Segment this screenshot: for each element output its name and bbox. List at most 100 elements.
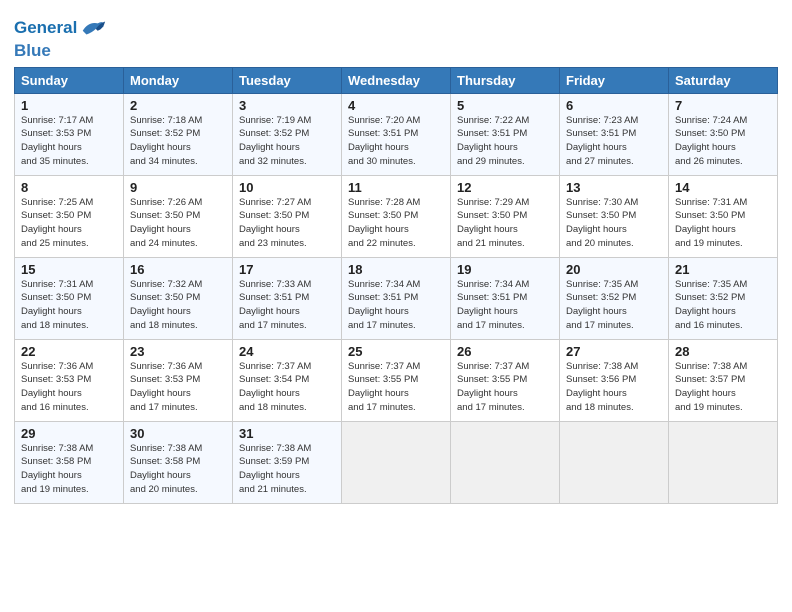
calendar-cell: 31 Sunrise: 7:38 AMSunset: 3:59 PMDayligh… — [233, 421, 342, 503]
day-number: 28 — [675, 344, 771, 359]
day-number: 26 — [457, 344, 553, 359]
logo-blue-text: Blue — [14, 42, 107, 61]
calendar-week-5: 29 Sunrise: 7:38 AMSunset: 3:58 PMDayligh… — [15, 421, 778, 503]
calendar-cell: 20 Sunrise: 7:35 AMSunset: 3:52 PMDayligh… — [560, 257, 669, 339]
day-info: Sunrise: 7:35 AMSunset: 3:52 PMDaylight … — [675, 279, 747, 331]
calendar-cell: 26 Sunrise: 7:37 AMSunset: 3:55 PMDayligh… — [451, 339, 560, 421]
day-number: 24 — [239, 344, 335, 359]
calendar-week-3: 15 Sunrise: 7:31 AMSunset: 3:50 PMDayligh… — [15, 257, 778, 339]
weekday-header-row: SundayMondayTuesdayWednesdayThursdayFrid… — [15, 67, 778, 93]
day-info: Sunrise: 7:34 AMSunset: 3:51 PMDaylight … — [457, 279, 529, 331]
day-info: Sunrise: 7:30 AMSunset: 3:50 PMDaylight … — [566, 197, 638, 249]
day-info: Sunrise: 7:22 AMSunset: 3:51 PMDaylight … — [457, 115, 529, 167]
day-number: 7 — [675, 98, 771, 113]
calendar-week-1: 1 Sunrise: 7:17 AMSunset: 3:53 PMDaylight… — [15, 93, 778, 175]
day-number: 8 — [21, 180, 117, 195]
weekday-header-saturday: Saturday — [669, 67, 778, 93]
day-info: Sunrise: 7:38 AMSunset: 3:57 PMDaylight … — [675, 361, 747, 413]
calendar-cell: 19Sunrise: 7:34 AMSunset: 3:51 PMDayligh… — [451, 257, 560, 339]
day-info: Sunrise: 7:28 AMSunset: 3:50 PMDaylight … — [348, 197, 420, 249]
calendar-cell: 8 Sunrise: 7:25 AMSunset: 3:50 PMDaylight… — [15, 175, 124, 257]
day-info: Sunrise: 7:37 AMSunset: 3:55 PMDaylight … — [457, 361, 529, 413]
calendar-cell: 30 Sunrise: 7:38 AMSunset: 3:58 PMDayligh… — [124, 421, 233, 503]
day-number: 1 — [21, 98, 117, 113]
calendar-cell: 14 Sunrise: 7:31 AMSunset: 3:50 PMDayligh… — [669, 175, 778, 257]
day-info: Sunrise: 7:38 AMSunset: 3:56 PMDaylight … — [566, 361, 638, 413]
calendar-cell: 6 Sunrise: 7:23 AMSunset: 3:51 PMDaylight… — [560, 93, 669, 175]
calendar-cell: 17Sunrise: 7:33 AMSunset: 3:51 PMDayligh… — [233, 257, 342, 339]
day-info: Sunrise: 7:37 AMSunset: 3:54 PMDaylight … — [239, 361, 311, 413]
day-number: 12 — [457, 180, 553, 195]
calendar-week-4: 22 Sunrise: 7:36 AMSunset: 3:53 PMDayligh… — [15, 339, 778, 421]
day-info: Sunrise: 7:27 AMSunset: 3:50 PMDaylight … — [239, 197, 311, 249]
day-info: Sunrise: 7:36 AMSunset: 3:53 PMDaylight … — [21, 361, 93, 413]
day-number: 23 — [130, 344, 226, 359]
calendar-cell: 3 Sunrise: 7:19 AMSunset: 3:52 PMDaylight… — [233, 93, 342, 175]
day-info: Sunrise: 7:31 AMSunset: 3:50 PMDaylight … — [675, 197, 747, 249]
calendar-cell: 13 Sunrise: 7:30 AMSunset: 3:50 PMDayligh… — [560, 175, 669, 257]
calendar-cell — [669, 421, 778, 503]
logo-text: General — [14, 19, 77, 38]
calendar-cell: 27 Sunrise: 7:38 AMSunset: 3:56 PMDayligh… — [560, 339, 669, 421]
day-number: 15 — [21, 262, 117, 277]
calendar-cell: 1 Sunrise: 7:17 AMSunset: 3:53 PMDaylight… — [15, 93, 124, 175]
calendar-cell: 23Sunrise: 7:36 AMSunset: 3:53 PMDayligh… — [124, 339, 233, 421]
day-info: Sunrise: 7:17 AMSunset: 3:53 PMDaylight … — [21, 115, 93, 167]
weekday-header-monday: Monday — [124, 67, 233, 93]
day-number: 9 — [130, 180, 226, 195]
day-number: 14 — [675, 180, 771, 195]
logo-bird-icon — [79, 14, 107, 42]
day-number: 6 — [566, 98, 662, 113]
day-number: 4 — [348, 98, 444, 113]
day-info: Sunrise: 7:23 AMSunset: 3:51 PMDaylight … — [566, 115, 638, 167]
weekday-header-thursday: Thursday — [451, 67, 560, 93]
calendar-cell: 7 Sunrise: 7:24 AMSunset: 3:50 PMDaylight… — [669, 93, 778, 175]
day-number: 27 — [566, 344, 662, 359]
weekday-header-sunday: Sunday — [15, 67, 124, 93]
day-info: Sunrise: 7:38 AMSunset: 3:58 PMDaylight … — [21, 443, 93, 495]
logo: General Blue — [14, 14, 107, 61]
weekday-header-friday: Friday — [560, 67, 669, 93]
day-info: Sunrise: 7:19 AMSunset: 3:52 PMDaylight … — [239, 115, 311, 167]
page-header: General Blue — [14, 10, 778, 61]
day-number: 29 — [21, 426, 117, 441]
calendar-cell: 22 Sunrise: 7:36 AMSunset: 3:53 PMDayligh… — [15, 339, 124, 421]
weekday-header-wednesday: Wednesday — [342, 67, 451, 93]
day-info: Sunrise: 7:33 AMSunset: 3:51 PMDaylight … — [239, 279, 311, 331]
day-number: 30 — [130, 426, 226, 441]
calendar-cell: 18Sunrise: 7:34 AMSunset: 3:51 PMDayligh… — [342, 257, 451, 339]
day-info: Sunrise: 7:38 AMSunset: 3:59 PMDaylight … — [239, 443, 311, 495]
day-info: Sunrise: 7:32 AMSunset: 3:50 PMDaylight … — [130, 279, 202, 331]
calendar-cell: 16Sunrise: 7:32 AMSunset: 3:50 PMDayligh… — [124, 257, 233, 339]
day-number: 22 — [21, 344, 117, 359]
day-number: 3 — [239, 98, 335, 113]
calendar-page: General Blue SundayMondayTuesdayWednesda… — [0, 0, 792, 612]
day-number: 20 — [566, 262, 662, 277]
day-info: Sunrise: 7:25 AMSunset: 3:50 PMDaylight … — [21, 197, 93, 249]
day-info: Sunrise: 7:37 AMSunset: 3:55 PMDaylight … — [348, 361, 420, 413]
day-number: 13 — [566, 180, 662, 195]
calendar-cell: 2 Sunrise: 7:18 AMSunset: 3:52 PMDaylight… — [124, 93, 233, 175]
calendar-cell: 25Sunrise: 7:37 AMSunset: 3:55 PMDayligh… — [342, 339, 451, 421]
calendar-cell: 29 Sunrise: 7:38 AMSunset: 3:58 PMDayligh… — [15, 421, 124, 503]
day-number: 2 — [130, 98, 226, 113]
day-number: 31 — [239, 426, 335, 441]
calendar-table: SundayMondayTuesdayWednesdayThursdayFrid… — [14, 67, 778, 504]
calendar-cell: 21 Sunrise: 7:35 AMSunset: 3:52 PMDayligh… — [669, 257, 778, 339]
calendar-cell — [342, 421, 451, 503]
day-info: Sunrise: 7:35 AMSunset: 3:52 PMDaylight … — [566, 279, 638, 331]
calendar-cell: 11Sunrise: 7:28 AMSunset: 3:50 PMDayligh… — [342, 175, 451, 257]
calendar-cell — [451, 421, 560, 503]
day-info: Sunrise: 7:18 AMSunset: 3:52 PMDaylight … — [130, 115, 202, 167]
day-number: 10 — [239, 180, 335, 195]
calendar-cell: 10 Sunrise: 7:27 AMSunset: 3:50 PMDayligh… — [233, 175, 342, 257]
day-info: Sunrise: 7:31 AMSunset: 3:50 PMDaylight … — [21, 279, 93, 331]
day-info: Sunrise: 7:24 AMSunset: 3:50 PMDaylight … — [675, 115, 747, 167]
day-info: Sunrise: 7:29 AMSunset: 3:50 PMDaylight … — [457, 197, 529, 249]
weekday-header-tuesday: Tuesday — [233, 67, 342, 93]
day-info: Sunrise: 7:38 AMSunset: 3:58 PMDaylight … — [130, 443, 202, 495]
calendar-cell: 9Sunrise: 7:26 AMSunset: 3:50 PMDaylight… — [124, 175, 233, 257]
day-number: 21 — [675, 262, 771, 277]
day-info: Sunrise: 7:34 AMSunset: 3:51 PMDaylight … — [348, 279, 420, 331]
calendar-cell — [560, 421, 669, 503]
